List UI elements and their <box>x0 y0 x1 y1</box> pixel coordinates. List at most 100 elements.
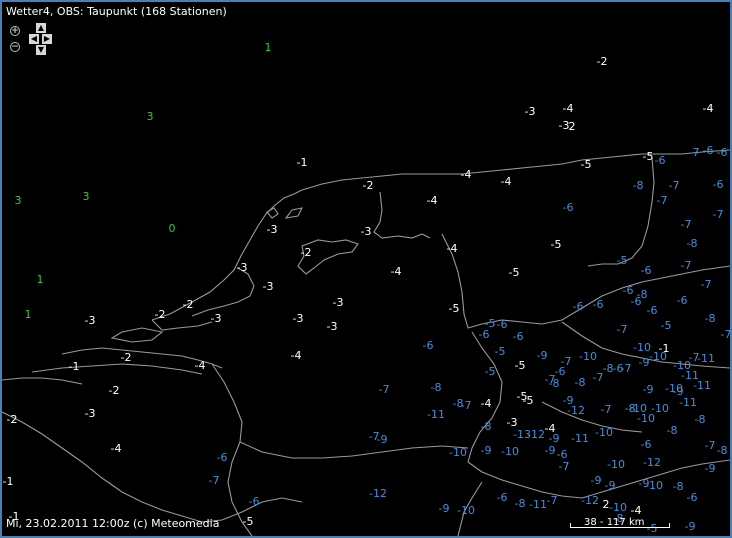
station-value-label: -6 <box>713 178 724 191</box>
station-value-label: -7 <box>657 194 668 207</box>
station-value-label: -9 <box>439 502 450 515</box>
station-value-label: -3 <box>211 312 222 325</box>
station-value-label: -9 <box>481 444 492 457</box>
station-value-label: 2 <box>569 120 576 133</box>
station-value-label: -12 <box>643 456 661 469</box>
station-value-label: -11 <box>697 352 715 365</box>
station-value-label: -12 <box>567 404 585 417</box>
pan-left-icon[interactable]: ◀ <box>29 34 39 44</box>
station-value-label: -7 <box>681 218 692 231</box>
station-value-label: -3 <box>85 314 96 327</box>
station-value-label: -9 <box>545 444 556 457</box>
map-window[interactable]: 1 3 3 3 0 1 1 -2 -3 -4 -4 -3 2 -1 -5 -5 -4 -4 -2 -4 -3 -2 -3 -4… <box>0 0 732 538</box>
station-value-label: -2 <box>363 179 374 192</box>
station-value-label: -3 <box>525 105 536 118</box>
station-value-label: -9 <box>537 349 548 362</box>
station-value-label: -9 <box>685 520 696 533</box>
station-value-label: -12 <box>369 487 387 500</box>
station-value-label: -2 <box>109 384 120 397</box>
station-value-label: 0 <box>169 222 176 235</box>
station-value-label: -9 <box>605 479 616 492</box>
station-value-label: -4 <box>427 194 438 207</box>
station-value-label: -6 <box>641 264 652 277</box>
station-value-label: -8 <box>549 377 560 390</box>
station-value-label: -10 <box>501 445 519 458</box>
station-value-label: -6 <box>249 495 260 508</box>
station-value-label: -6 <box>641 438 652 451</box>
zoom-out-icon[interactable]: − <box>10 42 20 52</box>
station-value-label: -5 <box>495 345 506 358</box>
station-value-label: -7 <box>601 403 612 416</box>
station-value-label: -4 <box>461 168 472 181</box>
station-value-label: -5 <box>523 394 534 407</box>
station-value-label: -5 <box>581 158 592 171</box>
station-value-label: -7 <box>621 362 632 375</box>
station-value-label: -9 <box>705 462 716 475</box>
weather-map-canvas[interactable]: 1 3 3 3 0 1 1 -2 -3 -4 -4 -3 2 -1 -5 -5 -4 -4 -2 -4 -3 -2 -3 -4… <box>2 2 730 536</box>
station-value-label: 1 <box>265 41 272 54</box>
station-value-label: -5 <box>643 150 654 163</box>
station-value-label: -3 <box>361 225 372 238</box>
station-value-label: -7 <box>721 328 730 341</box>
zoom-in-icon[interactable]: + <box>10 26 20 36</box>
pan-up-icon[interactable]: ▲ <box>36 23 46 33</box>
station-value-label: 3 <box>83 190 90 203</box>
station-value-label: -6 <box>479 328 490 341</box>
station-value-label: -1 <box>69 360 80 373</box>
station-value-label: -11 <box>427 408 445 421</box>
station-value-label: -7 <box>681 259 692 272</box>
station-value-label: -2 <box>7 413 18 426</box>
station-value-label: -9 <box>639 356 650 369</box>
station-value-label: -6 <box>573 300 584 313</box>
station-value-label: -10 <box>645 479 663 492</box>
station-value-label: -11 <box>693 379 711 392</box>
station-value-label: -10 <box>595 426 613 439</box>
scale-tick-left <box>570 523 571 528</box>
station-value-label: -3 <box>333 296 344 309</box>
station-value-label: -7 <box>713 208 724 221</box>
station-value-label: -5 <box>617 254 628 267</box>
pan-down-icon[interactable]: ▼ <box>36 45 46 55</box>
station-value-label: -7 <box>379 383 390 396</box>
station-value-label: -10 <box>649 350 667 363</box>
station-value-label: -11 <box>571 432 589 445</box>
station-value-label: -2 <box>597 55 608 68</box>
station-value-label: -5 <box>485 365 496 378</box>
station-value-label: -7 <box>369 430 380 443</box>
coastline-lines <box>2 149 730 536</box>
station-value-label: -7 <box>705 439 716 452</box>
station-value-label: -6 <box>513 330 524 343</box>
station-value-label: -8 <box>633 179 644 192</box>
station-value-label: -8 <box>695 413 706 426</box>
station-value-label: -11 <box>529 498 547 511</box>
station-value-label: -9 <box>643 383 654 396</box>
station-value-label: -2 <box>301 246 312 259</box>
station-value-label: -5 <box>661 319 672 332</box>
station-value-label: -4 <box>563 102 574 115</box>
station-value-label: -8 <box>717 444 728 457</box>
station-markers: 1 3 3 3 0 1 1 -2 -3 -4 -4 -3 2 -1 -5 -5 -4 -4 -2 -4 -3 -2 -3 -4… <box>2 2 730 535</box>
station-value-label: -6 <box>217 451 228 464</box>
station-value-label: -13 <box>513 428 531 441</box>
station-value-label: -7 <box>559 460 570 473</box>
station-value-label: -2 <box>121 351 132 364</box>
station-value-label: -8 <box>667 424 678 437</box>
station-value-label: -4 <box>447 242 458 255</box>
station-value-label: -5 <box>515 359 526 372</box>
station-value-label: -2 <box>155 308 166 321</box>
station-value-label: -4 <box>391 265 402 278</box>
station-value-label: -2 <box>183 298 194 311</box>
station-value-label: -7 <box>617 323 628 336</box>
station-value-label: -10 <box>629 402 647 415</box>
station-value-label: -3 <box>293 312 304 325</box>
station-value-label: -8 <box>705 312 716 325</box>
station-value-label: -4 <box>291 349 302 362</box>
station-value-label: -10 <box>449 446 467 459</box>
pan-right-icon[interactable]: ▶ <box>42 34 52 44</box>
map-title: Wetter4, OBS: Taupunkt (168 Stationen) <box>6 5 227 18</box>
station-value-label: -3 <box>237 261 248 274</box>
station-value-label: -6 <box>593 298 604 311</box>
station-value-label: -7 <box>593 371 604 384</box>
station-value-label: -6 <box>497 491 508 504</box>
station-value-label: -8 <box>687 237 698 250</box>
